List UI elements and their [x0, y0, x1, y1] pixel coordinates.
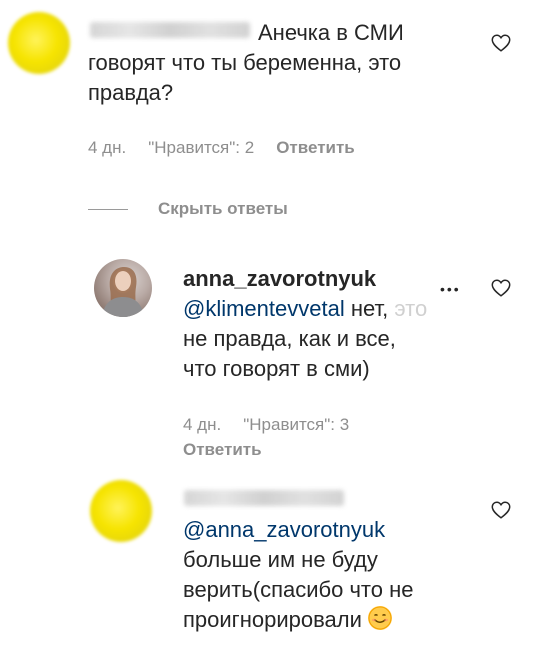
reply-text-line: верить(спасибо что не: [183, 577, 414, 602]
reply-text-line: не правда, как и все,: [183, 326, 396, 351]
avatar[interactable]: [90, 480, 152, 542]
reply-text-part: проигнорировали: [183, 607, 362, 632]
reply-text: @anna_zavorotnyuk больше им не буду вери…: [183, 515, 503, 650]
more-dots-icon[interactable]: •••: [440, 282, 461, 296]
comment-text-line: говорят что ты беременна, это: [88, 50, 402, 75]
profile-photo-icon: [102, 267, 144, 317]
divider: [88, 209, 128, 210]
mention-link[interactable]: @klimentevvetal: [183, 296, 345, 321]
reply-text-line: @klimentevvetal нет, это: [183, 294, 483, 324]
mention-link[interactable]: @anna_zavorotnyuk: [183, 515, 503, 545]
reply-text-line: больше им не буду: [183, 547, 378, 572]
avatar[interactable]: [94, 259, 152, 317]
likes-count[interactable]: "Нравится": 3: [243, 415, 349, 434]
heart-outline-icon[interactable]: [490, 277, 512, 299]
username-hidden[interactable]: [184, 490, 344, 506]
heart-outline-icon[interactable]: [490, 32, 512, 54]
smiling-face-emoji: [367, 606, 392, 630]
reply-text-part: нет,: [350, 296, 389, 321]
timestamp: 4 дн.: [183, 415, 222, 434]
timestamp: 4 дн.: [88, 138, 127, 157]
reply-button[interactable]: Ответить: [183, 440, 262, 460]
reply-text-faded: это: [394, 296, 428, 321]
reply-text-line: что говорят в сми): [183, 356, 370, 381]
reply-text: @klimentevvetal нет, это не правда, как …: [183, 294, 483, 384]
reply-meta: 4 дн. "Нравится": 3: [183, 415, 371, 435]
avatar[interactable]: [8, 12, 70, 74]
hide-replies-button[interactable]: Скрыть ответы: [158, 199, 288, 219]
reply-button[interactable]: Ответить: [276, 138, 355, 157]
comment-text-line: Анечка в СМИ: [258, 20, 404, 45]
likes-count[interactable]: "Нравится": 2: [148, 138, 254, 157]
comment-meta: 4 дн. "Нравится": 2 Ответить: [88, 138, 377, 158]
reply-username[interactable]: anna_zavorotnyuk: [183, 264, 376, 294]
reply-text-line: проигнорировали: [183, 605, 503, 635]
comment-text: Анечка в СМИ говорят что ты беременна, э…: [88, 18, 508, 108]
comment-text-line: правда?: [88, 80, 174, 105]
